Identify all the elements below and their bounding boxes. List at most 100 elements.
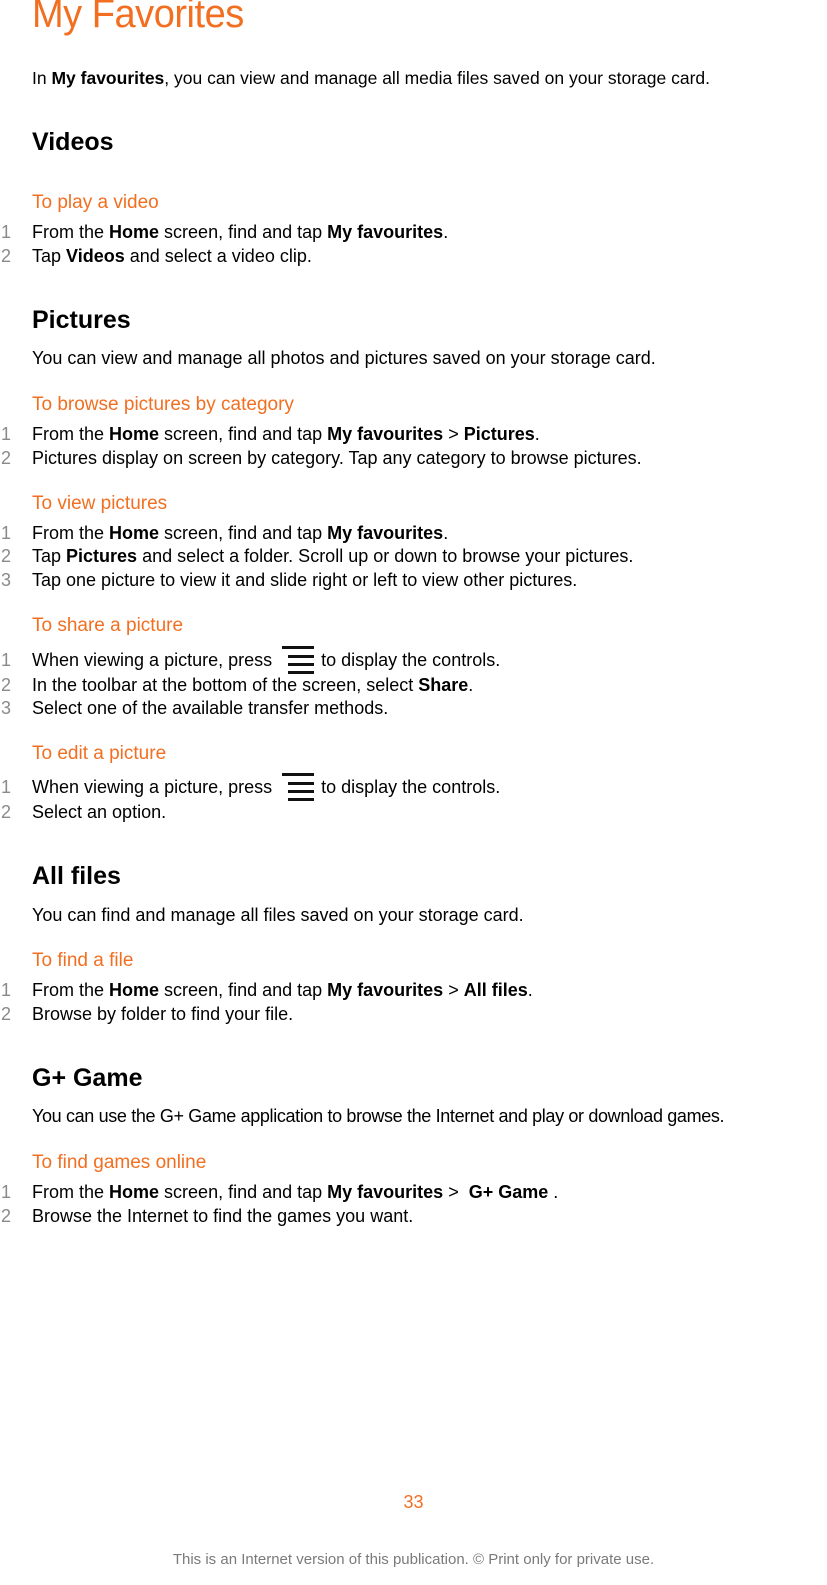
step-number: 1 xyxy=(1,777,12,797)
intro-paragraph: In My favourites, you can view and manag… xyxy=(32,68,710,89)
step-number: 2 xyxy=(1,546,12,566)
task-title-play-video: To play a video xyxy=(32,192,159,213)
step: 1 From the Home screen, find and tap My f… xyxy=(0,980,533,1001)
step-text: . xyxy=(527,980,533,1000)
step-text: When viewing a picture, press xyxy=(32,650,278,670)
step-text: In the toolbar at the bottom of the scre… xyxy=(32,675,419,695)
step-text: to display the controls. xyxy=(316,777,501,797)
step-text: . xyxy=(534,424,540,444)
step-text: From the xyxy=(32,424,110,444)
step-number: 1 xyxy=(1,222,12,242)
task-title-find-games: To find games online xyxy=(32,1152,207,1173)
intro-text: In xyxy=(32,68,52,88)
step-text: screen, find and tap xyxy=(159,222,328,242)
step-text: Tap xyxy=(32,246,67,266)
ui-term: My favourites xyxy=(327,424,444,444)
task-title-browse-pictures: To browse pictures by category xyxy=(32,394,294,415)
menu-key-icon xyxy=(279,646,315,676)
step-text: From the xyxy=(32,1182,110,1202)
ui-term: All files xyxy=(463,980,528,1000)
step-number: 1 xyxy=(1,1182,12,1202)
intro-bold: My favourites xyxy=(51,68,165,88)
task-title-share-picture: To share a picture xyxy=(32,615,184,636)
step: 2 Tap Pictures and select a folder. Scrol… xyxy=(0,546,633,567)
step: 2 Tap Videos and select a video clip. xyxy=(0,246,312,267)
step-text: Pictures display on screen by category. … xyxy=(32,448,642,468)
step-text: From the xyxy=(32,523,110,543)
ui-term: Pictures xyxy=(463,424,535,444)
step-number: 2 xyxy=(1,802,12,822)
step-text: > xyxy=(443,1182,469,1202)
step-number: 1 xyxy=(1,523,12,543)
step-text: Browse by folder to find your file. xyxy=(32,1004,294,1024)
section-heading-pictures: Pictures xyxy=(32,306,131,334)
step-text: and select a video clip. xyxy=(124,246,312,266)
ui-term: Home xyxy=(109,222,160,242)
task-title-view-pictures: To view pictures xyxy=(32,493,168,514)
step-text: screen, find and tap xyxy=(159,1182,328,1202)
page-title: My Favorites xyxy=(32,0,244,36)
step-text: screen, find and tap xyxy=(159,523,328,543)
step-text: > xyxy=(443,424,464,444)
step: 1 From the Home screen, find and tap My f… xyxy=(0,523,448,544)
step-number: 2 xyxy=(1,1206,12,1226)
all-files-description: You can find and manage all files saved … xyxy=(32,905,524,925)
step: 2 Select an option. xyxy=(0,802,166,823)
ui-term: My favourites xyxy=(327,222,444,242)
step: 1 When viewing a picture, press to displa… xyxy=(0,773,500,803)
ui-term: Home xyxy=(109,424,160,444)
step-text: and select a folder. Scroll up or down t… xyxy=(137,546,634,566)
step: 3 Select one of the available transfer me… xyxy=(0,698,388,719)
step: 1 From the Home screen, find and tap My f… xyxy=(0,1182,558,1203)
step: 2 Browse by folder to find your file. xyxy=(0,1004,293,1025)
step: 1 From the Home screen, find and tap My f… xyxy=(0,424,540,445)
ui-term: Home xyxy=(109,523,160,543)
step-text: When viewing a picture, press xyxy=(32,777,278,797)
step: 2 In the toolbar at the bottom of the scr… xyxy=(0,675,473,696)
section-heading-g-game: G+ Game xyxy=(32,1064,143,1092)
pictures-description: You can view and manage all photos and p… xyxy=(32,348,656,368)
footer-notice: This is an Internet version of this publ… xyxy=(172,1551,655,1568)
step-number: 2 xyxy=(1,1004,12,1024)
step-number: 2 xyxy=(1,246,12,266)
step-text: to display the controls. xyxy=(316,650,501,670)
page-number: 33 xyxy=(403,1492,424,1512)
section-heading-all-files: All files xyxy=(32,862,121,890)
intro-text: , you can view and manage all media file… xyxy=(164,68,711,88)
task-title-edit-picture: To edit a picture xyxy=(32,743,167,764)
step-text: . xyxy=(443,523,449,543)
step-text: > xyxy=(443,980,464,1000)
step-number: 3 xyxy=(1,698,12,718)
task-title-find-file: To find a file xyxy=(32,950,134,971)
ui-term: Home xyxy=(109,1182,160,1202)
step-text: screen, find and tap xyxy=(159,980,328,1000)
step-text: From the xyxy=(32,980,110,1000)
step-text: Tap xyxy=(32,546,67,566)
step-text: Browse the Internet to find the games yo… xyxy=(32,1206,414,1226)
step-number: 3 xyxy=(1,570,12,590)
step-text: From the xyxy=(32,222,110,242)
step: 3 Tap one picture to view it and slide ri… xyxy=(0,570,577,591)
step-number: 1 xyxy=(1,424,12,444)
step-text: screen, find and tap xyxy=(159,424,328,444)
ui-term: Videos xyxy=(66,246,125,266)
step-text: Tap one picture to view it and slide rig… xyxy=(32,570,578,590)
ui-term: My favourites xyxy=(327,1182,444,1202)
step: 1 From the Home screen, find and tap My f… xyxy=(0,222,448,243)
step: 2 Browse the Internet to find the games y… xyxy=(0,1206,413,1227)
ui-term: G+ Game xyxy=(468,1182,549,1202)
ui-term: Pictures xyxy=(66,546,138,566)
ui-term: My favourites xyxy=(327,980,444,1000)
ui-term: Home xyxy=(109,980,160,1000)
step-text: . xyxy=(548,1182,559,1202)
section-heading-videos: Videos xyxy=(32,128,114,156)
step-text: . xyxy=(468,675,474,695)
step-number: 1 xyxy=(1,650,12,670)
step-number: 2 xyxy=(1,675,12,695)
step-text: Select one of the available transfer met… xyxy=(32,698,389,718)
ui-term: My favourites xyxy=(327,523,444,543)
step: 1 When viewing a picture, press to displa… xyxy=(0,646,500,676)
step-number: 1 xyxy=(1,980,12,1000)
step-text: Select an option. xyxy=(32,802,167,822)
step-number: 2 xyxy=(1,448,12,468)
